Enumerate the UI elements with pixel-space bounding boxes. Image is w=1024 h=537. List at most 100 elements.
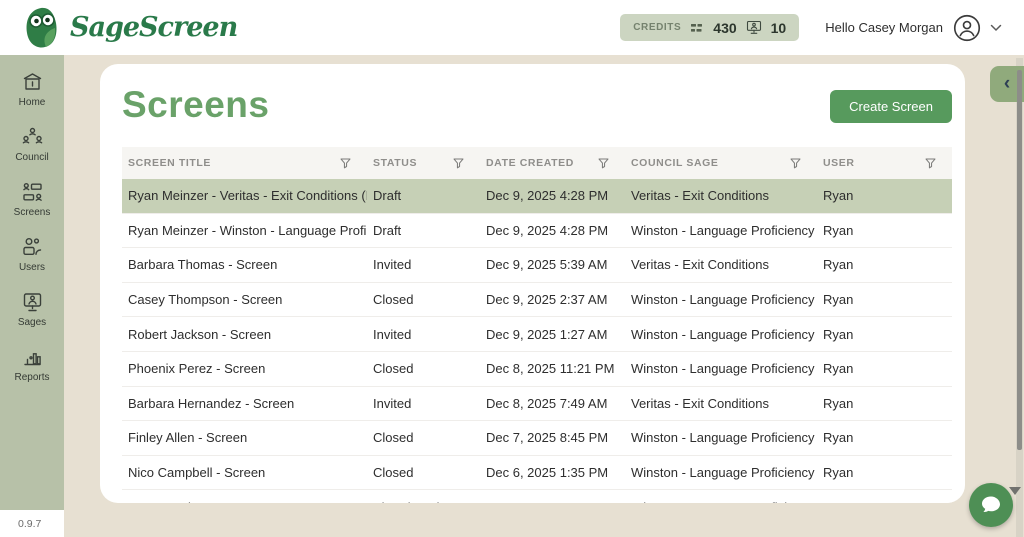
sidebar-item-label: Home (18, 97, 46, 108)
cell-user: Ryan (823, 430, 854, 446)
sidebar-item-users[interactable]: Users (0, 235, 64, 273)
brand-name: SageScreen (70, 12, 238, 43)
cell-user: Ryan (823, 395, 854, 411)
table-row[interactable]: Percy Davis - Screen Abandoned Dec 6, 20… (122, 490, 952, 503)
chevron-left-icon: ‹ (1003, 73, 1011, 94)
user-avatar-icon[interactable] (953, 14, 981, 42)
council-credits-value: 430 (713, 19, 737, 36)
table-row[interactable]: Phoenix Perez - Screen Closed Dec 8, 202… (122, 351, 952, 387)
cell-council-sage: Veritas - Exit Conditions (631, 395, 770, 411)
cell-user: Ryan (823, 465, 854, 481)
table-row[interactable]: Nico Campbell - Screen Closed Dec 6, 202… (122, 455, 952, 491)
council-people-icon (22, 127, 42, 144)
cell-user: Ryan (823, 257, 854, 273)
cell-screen-title: Ryan Meinzer - Veritas - Exit Conditions… (128, 188, 367, 204)
cell-status: Invited (373, 257, 412, 273)
table-row[interactable]: Robert Jackson - Screen Invited Dec 9, 2… (122, 317, 952, 352)
cell-screen-title: Casey Thompson - Screen (128, 292, 283, 308)
sidebar-item-council[interactable]: Council (0, 125, 64, 163)
sidebar-item-label: Users (18, 262, 46, 273)
cell-screen-title: Ryan Meinzer - Winston - Language Profic… (128, 222, 367, 238)
credits-badge[interactable]: CREDITS 430 10 (620, 14, 800, 41)
cell-council-sage: Winston - Language Proficiency (631, 361, 815, 377)
cell-council-sage: Winston - Language Proficiency (625, 500, 817, 503)
cell-user: Ryan (823, 326, 854, 342)
sidebar-item-label: Sages (17, 317, 47, 328)
cell-status: Closed (373, 361, 414, 377)
top-header: SageScreen CREDITS 430 10 Hello Casey Mo… (0, 0, 1024, 55)
cell-status: Draft (373, 222, 402, 238)
reports-chart-icon (23, 353, 41, 366)
cell-date-created: Dec 9, 2025 4:28 PM (486, 222, 609, 238)
scrollbar-thumb[interactable] (1017, 70, 1022, 450)
cell-date-created: Dec 9, 2025 2:37 AM (486, 292, 608, 308)
cell-status: Invited (373, 395, 412, 411)
cell-user: Ryan (823, 361, 854, 377)
table-row[interactable]: Finley Allen - Screen Closed Dec 7, 2025… (122, 421, 952, 456)
sages-icon (23, 293, 41, 312)
screen-credits-icon (746, 20, 761, 34)
chat-widget-button[interactable] (969, 483, 1013, 527)
cell-screen-title: Percy Davis - Screen (122, 500, 367, 503)
sidebar-item-home[interactable]: Home (0, 70, 64, 108)
cell-status: Closed (373, 292, 414, 308)
sidebar-item-screens[interactable]: Screens (0, 180, 64, 218)
cell-screen-title: Nico Campbell - Screen (128, 465, 266, 481)
cell-council-sage: Winston - Language Proficiency (631, 430, 815, 446)
cell-council-sage: Winston - Language Proficiency (631, 222, 815, 238)
table-row[interactable]: Barbara Thomas - Screen Invited Dec 9, 2… (122, 248, 952, 283)
cell-user: Ryan (823, 222, 854, 238)
cell-screen-title: Phoenix Perez - Screen (128, 361, 266, 377)
filter-icon[interactable] (924, 157, 937, 170)
users-icon (22, 238, 41, 256)
sidebar-item-label: Screens (13, 207, 51, 218)
table-body: Ryan Meinzer - Veritas - Exit Conditions… (122, 179, 952, 503)
sidebar-item-label: Reports (14, 372, 50, 383)
create-screen-button[interactable]: Create Screen (830, 90, 952, 123)
cell-date-created: Dec 8, 2025 7:49 AM (486, 395, 608, 411)
table-header-row: SCREEN TITLE STATUS DATE CREATED COUNCIL… (122, 147, 952, 179)
cell-council-sage: Veritas - Exit Conditions (631, 257, 770, 273)
council-credits-icon (691, 23, 703, 32)
cell-date-created: Dec 6, 2025 3:34 AM (480, 500, 625, 503)
cell-date-created: Dec 9, 2025 4:28 PM (486, 188, 609, 204)
cell-screen-title: Robert Jackson - Screen (128, 326, 272, 342)
cell-user: Ryan (817, 500, 952, 503)
filter-icon[interactable] (339, 157, 352, 170)
cell-date-created: Dec 9, 2025 1:27 AM (486, 326, 608, 342)
chevron-down-icon[interactable] (990, 24, 1002, 32)
sidebar-nav: Home Council Screens Users Sages Reports (0, 55, 64, 510)
credits-label: CREDITS (633, 22, 682, 33)
cell-status: Abandoned (367, 500, 480, 503)
table-row[interactable]: Ryan Meinzer - Winston - Language Profic… (122, 213, 952, 249)
screens-table: SCREEN TITLE STATUS DATE CREATED COUNCIL… (122, 147, 952, 503)
screens-icon (22, 182, 42, 201)
table-row[interactable]: Casey Thompson - Screen Closed Dec 9, 20… (122, 282, 952, 318)
cell-date-created: Dec 8, 2025 11:21 PM (486, 361, 615, 377)
cell-user: Ryan (823, 292, 854, 308)
cell-screen-title: Finley Allen - Screen (128, 430, 248, 446)
screen-credits-value: 10 (770, 19, 787, 36)
sidebar-item-label: Council (15, 152, 49, 163)
owl-logo-icon (26, 7, 57, 47)
brand-logo[interactable]: SageScreen (22, 6, 238, 50)
user-greeting: Hello Casey Morgan (825, 20, 943, 35)
sidebar-item-sages[interactable]: Sages (0, 290, 64, 328)
cell-screen-title: Barbara Hernandez - Screen (128, 395, 295, 411)
page-title: Screens (122, 84, 270, 125)
scrollbar-down-arrow[interactable] (1009, 487, 1021, 495)
filter-icon[interactable] (452, 157, 465, 170)
column-header-council-sage: COUNCIL SAGE (625, 157, 817, 170)
cell-date-created: Dec 7, 2025 8:45 PM (486, 430, 609, 446)
cell-screen-title: Barbara Thomas - Screen (128, 257, 278, 273)
table-row[interactable]: Ryan Meinzer - Veritas - Exit Conditions… (122, 179, 952, 214)
table-row[interactable]: Barbara Hernandez - Screen Invited Dec 8… (122, 386, 952, 422)
cell-status: Draft (373, 188, 402, 204)
sidebar-item-reports[interactable]: Reports (0, 345, 64, 383)
chat-bubble-icon (982, 496, 1000, 513)
filter-icon[interactable] (789, 157, 802, 170)
filter-icon[interactable] (597, 157, 610, 170)
cell-user: Ryan (823, 188, 854, 204)
cell-date-created: Dec 9, 2025 5:39 AM (486, 257, 608, 273)
cell-council-sage: Winston - Language Proficiency (631, 292, 815, 308)
